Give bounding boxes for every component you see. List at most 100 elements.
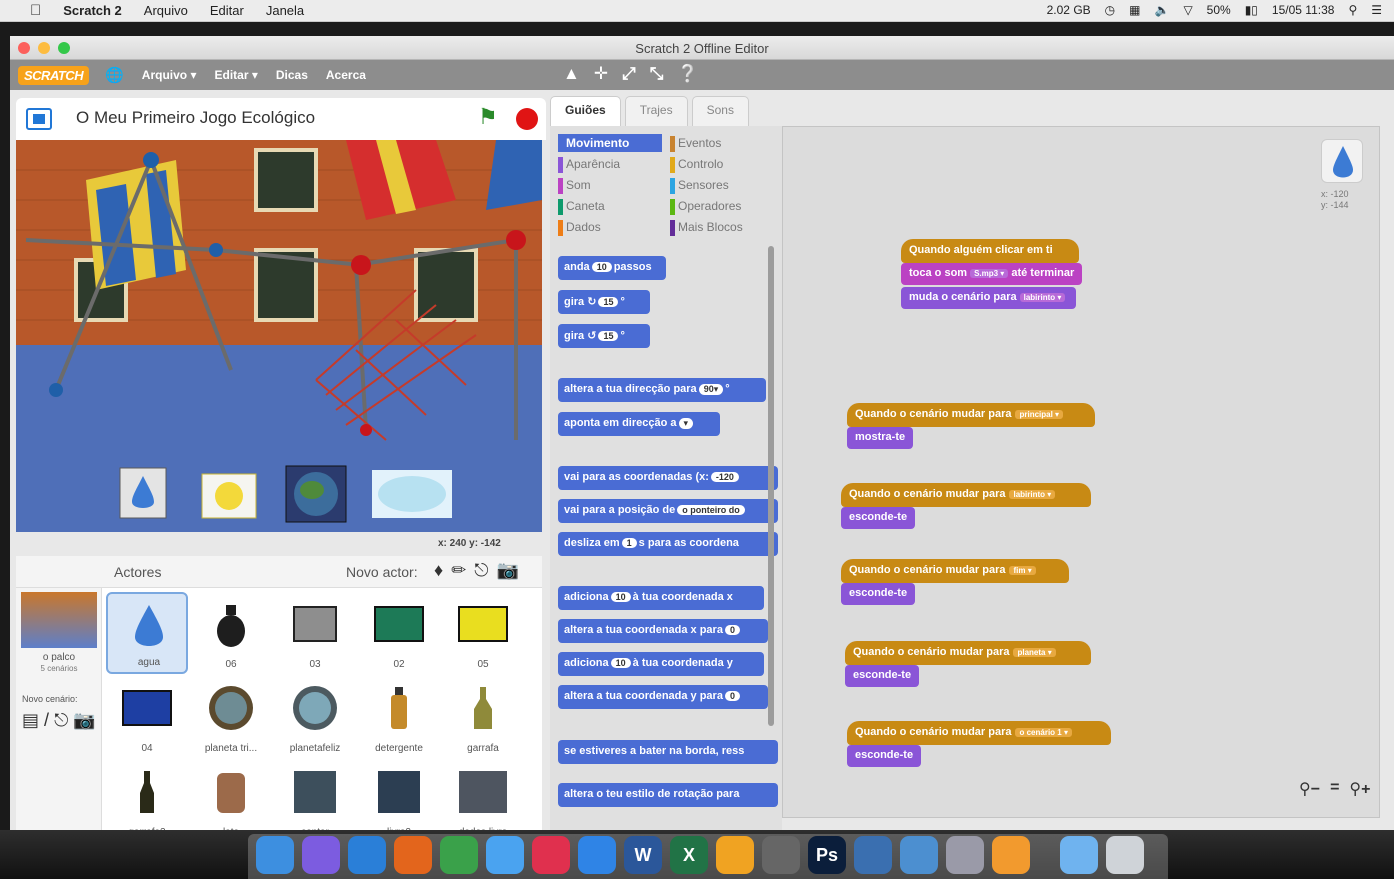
motion-block[interactable]: altera a tua coordenada x para 0 xyxy=(558,619,768,643)
block-input[interactable]: 0 xyxy=(724,691,740,701)
block-dropdown[interactable]: S.mp3 ▾ xyxy=(970,269,1009,278)
backdrop-camera-icon[interactable]: 📷 xyxy=(73,710,95,730)
event-hat-block[interactable]: Quando alguém clicar em ti xyxy=(901,239,1079,263)
category-control[interactable]: Controlo xyxy=(670,155,774,173)
tab-costumes[interactable]: Trajes xyxy=(624,96,688,126)
block-input[interactable]: 1 xyxy=(621,538,637,548)
siri-icon[interactable] xyxy=(302,836,340,874)
script-block[interactable]: esconde-te xyxy=(847,745,922,767)
sprite-item[interactable]: detergente xyxy=(358,676,440,758)
tools-icon[interactable] xyxy=(946,836,984,874)
stage-thumbnail[interactable]: o palco 5 cenários Novo cenário: ▤ / ⎋ 📷 xyxy=(16,588,102,830)
chrome-icon[interactable] xyxy=(440,836,478,874)
motion-block[interactable]: adiciona 10 à tua coordenada x xyxy=(558,586,764,610)
block-input[interactable]: 10 xyxy=(591,262,612,272)
category-motion[interactable]: Movimento xyxy=(558,134,662,152)
battery-icon[interactable]: ▮▯ xyxy=(1245,3,1258,17)
block-dropdown[interactable]: labirinto ▾ xyxy=(1019,293,1066,302)
toolbar-menu-acerca[interactable]: Acerca xyxy=(326,68,366,82)
event-hat-block[interactable]: Quando o cenário mudar para principal ▾ xyxy=(847,403,1095,427)
script-block[interactable]: esconde-te xyxy=(841,583,916,605)
motion-block[interactable]: desliza em 1 s para as coordena xyxy=(558,532,778,556)
cut-tool-icon[interactable]: ✛ xyxy=(594,64,608,84)
menu-arquivo[interactable]: Arquivo xyxy=(144,3,188,18)
motion-block[interactable]: anda 10 passos xyxy=(558,256,666,280)
appstore-icon[interactable] xyxy=(578,836,616,874)
folder-icon[interactable] xyxy=(1060,836,1098,874)
backdrop-upload-icon[interactable]: ⎋ xyxy=(54,710,68,730)
trash-icon[interactable] xyxy=(1106,836,1144,874)
word-icon[interactable]: W xyxy=(624,836,662,874)
zoom-out-icon[interactable]: ⚲− xyxy=(1299,779,1320,799)
block-input[interactable]: 90▾ xyxy=(698,384,724,395)
backdrop-dropdown[interactable]: labirinto ▾ xyxy=(1009,490,1056,499)
motion-block[interactable]: altera a tua direcção para 90▾ ° xyxy=(558,378,766,402)
network-icon[interactable] xyxy=(854,836,892,874)
backdrop-dropdown[interactable]: principal ▾ xyxy=(1015,410,1064,419)
sprite-item[interactable]: garrafa xyxy=(442,676,524,758)
motion-block[interactable]: se estiveres a bater na borda, ress xyxy=(558,740,778,764)
zoom-in-icon[interactable]: ⚲+ xyxy=(1349,779,1370,799)
sprite-item[interactable]: 04 xyxy=(106,676,188,758)
event-hat-block[interactable]: Quando o cenário mudar para fim ▾ xyxy=(841,559,1069,583)
category-sound[interactable]: Som xyxy=(558,176,662,194)
finder-icon[interactable] xyxy=(256,836,294,874)
scratch-icon[interactable] xyxy=(992,836,1030,874)
script-block[interactable]: muda o cenário para labirinto ▾ xyxy=(901,287,1077,309)
category-pen[interactable]: Caneta xyxy=(558,197,662,215)
motion-block[interactable]: vai para as coordenadas (x: -120 xyxy=(558,466,778,490)
motion-block[interactable]: gira ↻ 15 ° xyxy=(558,290,650,314)
spotlight-icon[interactable]: ⚲ xyxy=(1348,3,1357,17)
motion-block[interactable]: adiciona 10 à tua coordenada y xyxy=(558,652,764,676)
sprite-item[interactable]: agua xyxy=(106,592,188,674)
battery-percent[interactable]: 50% xyxy=(1207,3,1231,17)
block-input[interactable]: 15 xyxy=(598,331,619,341)
event-hat-block[interactable]: Quando o cenário mudar para labirinto ▾ xyxy=(841,483,1091,507)
script-block[interactable]: toca o som S.mp3 ▾ até terminar xyxy=(901,263,1083,285)
stop-icon[interactable] xyxy=(516,108,538,130)
block-input[interactable]: -120 xyxy=(710,472,739,482)
event-hat-block[interactable]: Quando o cenário mudar para o cenário 1 ▾ xyxy=(847,721,1111,745)
sprite-item[interactable]: 06 xyxy=(190,592,272,674)
presentation-mode-icon[interactable] xyxy=(26,108,52,130)
help-tool-icon[interactable]: ❔ xyxy=(677,64,698,84)
backdrop-library-icon[interactable]: ▤ xyxy=(22,710,39,730)
excel-icon[interactable]: X xyxy=(670,836,708,874)
category-more-blocks[interactable]: Mais Blocos xyxy=(670,218,774,236)
datetime[interactable]: 15/05 11:38 xyxy=(1272,3,1335,17)
menu-editar[interactable]: Editar xyxy=(210,3,244,18)
category-data[interactable]: Dados xyxy=(558,218,662,236)
sprite-item[interactable]: 02 xyxy=(358,592,440,674)
block-input[interactable]: ▾ xyxy=(678,418,694,429)
menu-app[interactable]: Scratch 2 xyxy=(63,3,122,18)
upload-sprite-icon[interactable]: ⎋ xyxy=(474,560,488,581)
photoshop-icon[interactable]: Ps xyxy=(808,836,846,874)
clock-icon[interactable]: ◷ xyxy=(1105,3,1115,17)
notifications-icon[interactable]: ☰ xyxy=(1371,3,1382,17)
shrink-tool-icon[interactable]: ⤡ xyxy=(650,64,664,84)
wifi-icon[interactable]: ▽ xyxy=(1183,3,1192,17)
zoom-reset-icon[interactable]: = xyxy=(1330,779,1339,799)
volume-icon[interactable]: 🔈 xyxy=(1154,3,1169,17)
itunes-icon[interactable] xyxy=(532,836,570,874)
green-flag-icon[interactable]: ⚑ xyxy=(478,104,498,130)
toolbar-menu-arquivo[interactable]: Arquivo ▾ xyxy=(142,68,197,82)
tab-scripts[interactable]: Guiões xyxy=(550,96,621,126)
backdrop-dropdown[interactable]: fim ▾ xyxy=(1009,566,1036,575)
sprite-item[interactable]: planetafeliz xyxy=(274,676,356,758)
calendar-icon[interactable]: ▦ xyxy=(1129,3,1140,17)
script-block[interactable]: esconde-te xyxy=(841,507,916,529)
powerpoint-icon[interactable] xyxy=(716,836,754,874)
current-sprite-thumbnail[interactable] xyxy=(1321,139,1363,183)
memory-indicator[interactable]: 2.02 GB xyxy=(1047,3,1091,17)
system-preferences-icon[interactable] xyxy=(762,836,800,874)
menu-janela[interactable]: Janela xyxy=(266,3,304,18)
toolbar-menu-dicas[interactable]: Dicas xyxy=(276,68,308,82)
motion-block[interactable]: vai para a posição de o ponteiro do xyxy=(558,499,778,523)
apple-icon[interactable]:  xyxy=(30,2,41,19)
motion-block[interactable]: altera a tua coordenada y para 0 xyxy=(558,685,768,709)
messages-icon[interactable] xyxy=(486,836,524,874)
event-hat-block[interactable]: Quando o cenário mudar para planeta ▾ xyxy=(845,641,1091,665)
category-operators[interactable]: Operadores xyxy=(670,197,774,215)
stage[interactable] xyxy=(16,140,542,532)
